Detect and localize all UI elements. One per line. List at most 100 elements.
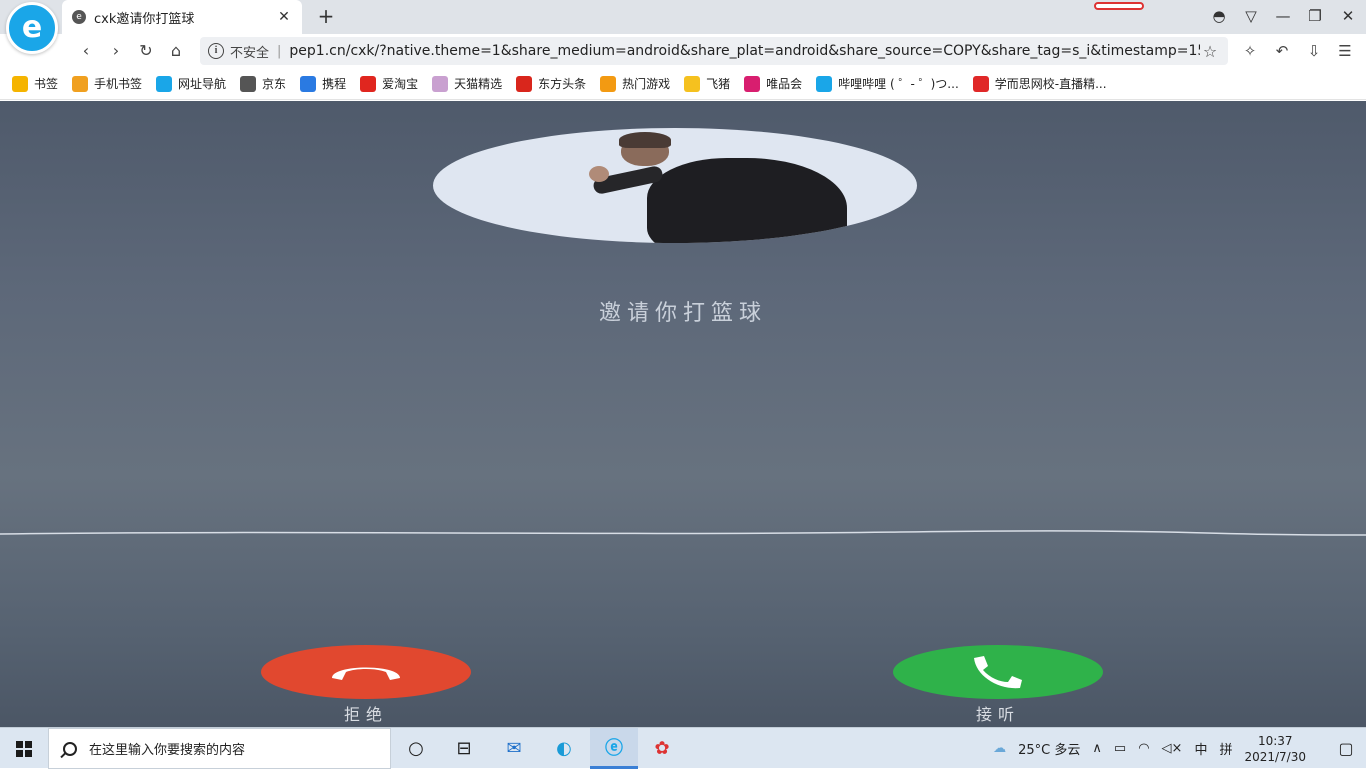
mail-icon[interactable]: ✉ — [490, 728, 538, 769]
xueersi-icon — [972, 75, 989, 92]
bookmark-item[interactable]: 唯品会 — [744, 75, 802, 92]
weather-text[interactable]: 25°C 多云 — [1018, 739, 1080, 758]
bookmark-item[interactable]: 天猫精选 — [432, 75, 502, 92]
bookmark-label: 携程 — [322, 77, 347, 91]
cortana-icon[interactable]: ○ — [392, 728, 440, 769]
back-icon[interactable]: ‹ — [74, 39, 98, 63]
bookmark-star-icon[interactable]: ☆ — [1200, 42, 1220, 61]
battery-icon[interactable]: ▭ — [1114, 741, 1126, 756]
jd-icon — [240, 75, 257, 92]
ctrip-icon — [300, 75, 317, 92]
vip-icon — [744, 75, 761, 92]
clock-time: 10:37 — [1257, 733, 1293, 748]
bookmark-label: 书签 — [34, 77, 59, 91]
bookmark-label: 京东 — [262, 77, 287, 91]
download-icon[interactable]: ⇩ — [1302, 39, 1326, 63]
tmall-icon — [432, 75, 449, 92]
volume-mute-icon[interactable]: ◁× — [1162, 741, 1183, 756]
restore-button[interactable]: ❐ — [1300, 2, 1330, 30]
notification-icon[interactable]: ▢ — [1326, 728, 1366, 769]
forward-icon[interactable]: › — [104, 39, 128, 63]
tab-title: cxk邀请你打篮球 — [94, 11, 195, 27]
bookmark-item[interactable]: 京东 — [240, 75, 286, 92]
bookmark-item[interactable]: 哔哩哔哩 ( ゜- ゜)つ... — [816, 75, 959, 92]
phone-answer-icon — [974, 656, 1022, 689]
caller-avatar — [433, 128, 917, 243]
bookmark-item[interactable]: 爱淘宝 — [360, 75, 418, 92]
task-view-icon[interactable]: ⊟ — [440, 728, 488, 769]
fliggy-icon — [684, 75, 701, 92]
info-icon[interactable]: i — [208, 43, 224, 59]
skin-icon[interactable]: ▽ — [1236, 2, 1266, 30]
search-icon — [63, 741, 77, 756]
bookmark-label: 飞猪 — [706, 77, 731, 91]
taobao-icon — [360, 75, 377, 92]
bookmark-item[interactable]: 飞猪 — [684, 75, 730, 92]
phone-hangup-icon — [332, 667, 400, 680]
undo-icon[interactable]: ↶ — [1270, 39, 1294, 63]
menu-icon[interactable]: ☰ — [1333, 39, 1357, 63]
windows-taskbar: 在这里输入你要搜索的内容 ○ ⊟ ✉ ◐ ⓔ ✿ ☁ 25°C 多云 ∧ ▭ ◠… — [0, 727, 1366, 769]
security-label: 不安全 — [230, 45, 270, 61]
browser-navbar: ‹ › ↻ ⌂ i 不安全 | pep1.cn/cxk/?native.them… — [0, 34, 1366, 68]
refresh-icon[interactable]: ↻ — [134, 39, 158, 63]
url-text[interactable]: pep1.cn/cxk/?native.theme=1&share_medium… — [289, 43, 1200, 59]
bookmarks-bar: 书签 手机书签 网址导航 京东 携程 爱淘宝 天猫精选 东方头条 热门游戏 飞猪 唯品会 哔哩哔哩 (… — [0, 68, 1366, 100]
tab-close-icon[interactable]: ✕ — [276, 9, 292, 25]
phone-icon — [72, 75, 89, 92]
e-icon — [156, 75, 173, 92]
bookmark-item[interactable]: 东方头条 — [516, 75, 586, 92]
minimize-button[interactable]: — — [1268, 2, 1298, 30]
start-button[interactable] — [0, 728, 48, 769]
weather-icon[interactable]: ☁ — [993, 741, 1006, 756]
close-button[interactable]: ✕ — [1333, 2, 1363, 30]
game-app-icon[interactable]: ✿ — [638, 728, 686, 769]
incoming-call-page: 邀请你打篮球 拒绝 接听 — [0, 101, 1366, 727]
decline-label: 拒绝 — [343, 705, 388, 724]
bookmark-label: 热门游戏 — [622, 77, 671, 91]
ime-mode[interactable]: 中 — [1194, 739, 1207, 758]
bookmark-label: 爱淘宝 — [382, 77, 419, 91]
accept-button[interactable] — [893, 645, 1103, 699]
bookmark-label: 哔哩哔哩 ( ゜- ゜)つ... — [838, 77, 959, 91]
bookmark-label: 东方头条 — [538, 77, 587, 91]
tray-expand-icon[interactable]: ∧ — [1092, 741, 1102, 756]
address-bar[interactable]: i 不安全 | pep1.cn/cxk/?native.theme=1&shar… — [200, 37, 1228, 65]
system-tray: ☁ 25°C 多云 ∧ ▭ ◠ ◁× 中 拼 10:37 2021/7/30 ▢ — [993, 728, 1366, 769]
decline-button[interactable] — [261, 645, 471, 699]
clock-date: 2021/7/30 — [1244, 749, 1306, 764]
star-icon — [12, 75, 28, 92]
ime-pinyin[interactable]: 拼 — [1219, 739, 1232, 758]
address-separator: | — [277, 43, 282, 59]
clock[interactable]: 10:37 2021/7/30 — [1244, 733, 1306, 765]
browser-titlebar: e cxk邀请你打篮球 ✕ + ◓ ▽ — ❐ ✕ — [0, 0, 1366, 34]
edge-icon[interactable]: ◐ — [540, 728, 588, 769]
bookmark-item[interactable]: 书签 — [12, 75, 58, 92]
bookmark-item[interactable]: 手机书签 — [72, 75, 142, 92]
caller-text: 邀请你打篮球 — [598, 301, 767, 326]
home-icon[interactable]: ⌂ — [164, 39, 188, 63]
bookmark-item[interactable]: 热门游戏 — [600, 75, 670, 92]
browser-taskbar-icon[interactable]: ⓔ — [590, 728, 638, 769]
bookmark-label: 天猫精选 — [454, 77, 503, 91]
bookmark-item[interactable]: 网址导航 — [156, 75, 226, 92]
search-placeholder: 在这里输入你要搜索的内容 — [89, 743, 246, 758]
browser-tab[interactable]: e cxk邀请你打篮球 ✕ — [62, 0, 302, 34]
incognito-icon[interactable]: ◓ — [1204, 2, 1234, 30]
windows-logo-icon — [16, 740, 32, 757]
bookmark-label: 网址导航 — [178, 77, 227, 91]
wifi-icon[interactable]: ◠ — [1138, 741, 1149, 756]
dftt-icon — [516, 75, 533, 92]
bookmark-item[interactable]: 学而思网校-直播精... — [972, 75, 1107, 92]
browser-logo-icon[interactable]: e — [6, 2, 58, 54]
bookmark-label: 唯品会 — [766, 77, 803, 91]
bookmark-item[interactable]: 携程 — [300, 75, 346, 92]
new-tab-button[interactable]: + — [314, 4, 338, 28]
taskbar-search[interactable]: 在这里输入你要搜索的内容 — [48, 728, 391, 769]
extensions-icon[interactable]: ✧ — [1238, 39, 1262, 63]
bookmark-label: 学而思网校-直播精... — [994, 77, 1107, 91]
accept-label: 接听 — [975, 705, 1020, 724]
ie-e-icon: e — [72, 10, 86, 24]
bookmark-label: 手机书签 — [94, 77, 143, 91]
divider-wave — [0, 530, 1366, 536]
